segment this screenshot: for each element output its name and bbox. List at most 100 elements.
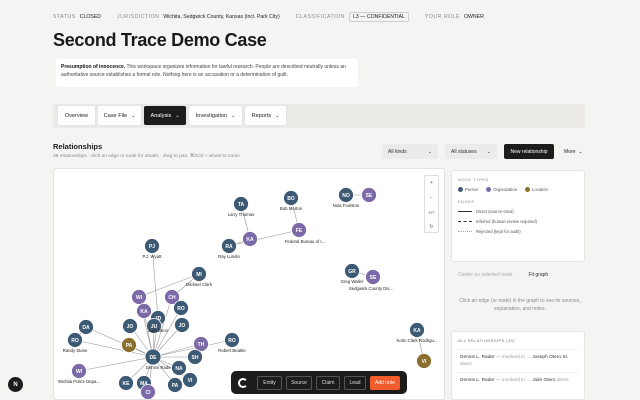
tab-investigation[interactable]: Investigation ⌄ xyxy=(189,106,242,125)
graph-node[interactable]: VI xyxy=(182,372,198,388)
entity-button[interactable]: Entity xyxy=(257,375,282,390)
rel-tag: direct xyxy=(556,378,569,383)
graph-node[interactable]: WI xyxy=(131,289,147,305)
graph-node[interactable]: RO Randy Stone xyxy=(63,332,88,354)
graph-node[interactable]: PA xyxy=(121,337,137,353)
graph-node[interactable]: JUJulie Otero xyxy=(146,318,169,334)
graph-node[interactable]: DA xyxy=(78,319,94,335)
graph-node[interactable]: DE Dennis Rader xyxy=(144,348,173,370)
all-relationships-panel: ALL RELATIONSHIPS (39) Dennis L. Rader —… xyxy=(451,331,585,400)
graph-node-initials: WI xyxy=(136,295,143,301)
graph-node-initials: GR xyxy=(348,269,356,275)
graph-node[interactable]: PA xyxy=(167,377,183,393)
graph-node[interactable]: TA Larry Thomas xyxy=(228,196,254,218)
graph-node-label: Ray Lundin xyxy=(218,254,240,259)
more-button[interactable]: More ⌄ xyxy=(558,144,586,159)
chevron-down-icon: ⌄ xyxy=(427,148,432,155)
graph-node-initials: FE xyxy=(296,228,303,234)
center-selected-button[interactable]: Center on selected node xyxy=(458,272,512,278)
graph-node[interactable]: MI Michael Clark xyxy=(186,266,213,288)
relationship-graph[interactable]: TA Larry Thomas BO Bob Morton NO Nola Foulsto… xyxy=(53,168,445,400)
tab-label: Reports xyxy=(251,112,272,119)
tab-analysis[interactable]: Analysis ⌄ xyxy=(144,106,186,125)
graph-node[interactable]: KA Korin Clark Rodrigu... xyxy=(396,322,438,344)
graph-legend: NODE TYPES Person Organization Location … xyxy=(451,170,585,262)
graph-node-initials: VI xyxy=(422,359,427,365)
graph-node[interactable]: RO xyxy=(173,300,189,316)
kinds-select[interactable]: All kinds ⌄ xyxy=(382,144,438,159)
legend-direct: Direct (source-cited) xyxy=(458,209,578,214)
legend-inferred-label: Inferred (human review required) xyxy=(476,219,537,225)
graph-node[interactable]: NA xyxy=(171,360,187,376)
tab-overview[interactable]: Overview xyxy=(58,106,95,125)
status-select[interactable]: All statuses ⌄ xyxy=(445,144,497,159)
graph-edge[interactable] xyxy=(78,356,154,372)
chevron-down-icon: ⌄ xyxy=(275,112,280,119)
reset-icon[interactable]: ↻ xyxy=(425,220,438,235)
new-relationship-button[interactable]: New relationship xyxy=(504,144,554,159)
graph-node[interactable]: SH xyxy=(187,349,203,365)
graph-node-initials: KA xyxy=(246,237,254,243)
tab-label: Analysis xyxy=(150,112,172,119)
graph-node[interactable]: PJ P.J. Wyatt xyxy=(143,238,163,260)
legend-person: Person xyxy=(458,187,478,193)
lead-button[interactable]: Lead xyxy=(344,375,366,390)
all-relationships-header: ALL RELATIONSHIPS (39) xyxy=(458,338,515,343)
kinds-select-value: All kinds xyxy=(388,148,407,155)
graph-node-initials: WI xyxy=(76,369,83,375)
rel-via: — involved in → xyxy=(494,355,533,360)
rel-tag: direct xyxy=(460,362,472,367)
graph-node[interactable]: VI residence area xyxy=(416,353,446,369)
claim-button[interactable]: Claim xyxy=(316,375,340,390)
graph-node[interactable]: CI xyxy=(140,384,156,400)
fit-button[interactable]: FIT xyxy=(425,205,438,220)
source-button[interactable]: Source xyxy=(286,375,312,390)
app-logo-icon xyxy=(238,377,248,388)
quick-add-toolbar: Entity Source Claim Lead Add note xyxy=(231,371,407,394)
zoom-in-button[interactable]: + xyxy=(425,176,438,191)
fit-graph-button[interactable]: Fit graph xyxy=(528,272,548,278)
tab-label: Overview xyxy=(64,112,89,119)
graph-node-initials: VI xyxy=(188,378,193,384)
legend-organization-label: Organization xyxy=(493,187,518,192)
graph-node[interactable]: KE xyxy=(118,375,134,391)
role-meta: YOUR ROLE OWNER xyxy=(425,14,484,20)
graph-node-initials: SH xyxy=(192,355,199,361)
app-badge-icon[interactable]: N xyxy=(8,377,23,392)
zoom-out-button[interactable]: − xyxy=(425,191,438,206)
graph-node[interactable]: BO Bob Morton xyxy=(280,190,303,212)
tab-case-file[interactable]: Case File ⌄ xyxy=(98,106,141,125)
graph-node[interactable]: FE Federal Bureau of I... xyxy=(285,222,325,245)
graph-node-initials: JO xyxy=(179,323,186,329)
rel-via: — involved in → xyxy=(494,378,533,383)
organization-dot-icon xyxy=(486,187,492,193)
graph-node-initials: KE xyxy=(123,381,131,387)
list-item[interactable]: Dennis L. Rader — involved in → Joseph O… xyxy=(458,349,578,372)
legend-edges-heading: EDGES xyxy=(458,199,475,205)
graph-node[interactable]: RO Robert Beattie xyxy=(218,332,246,354)
graph-node[interactable]: WI Wichita Police Depa... xyxy=(58,363,100,385)
graph-node[interactable]: NO Nola Foulston xyxy=(333,187,360,209)
graph-node-initials: NO xyxy=(342,193,350,199)
graph-canvas[interactable]: TA Larry Thomas BO Bob Morton NO Nola Foulsto… xyxy=(54,169,445,400)
section-subtitle: 39 relationships · click an edge or node… xyxy=(53,154,240,159)
graph-node[interactable]: JO xyxy=(122,318,138,334)
graph-node[interactable]: KA xyxy=(242,231,258,247)
graph-node[interactable]: SE xyxy=(361,187,377,203)
graph-node[interactable]: GR Greg Waller xyxy=(341,263,364,285)
graph-node-label: Randy Stone xyxy=(63,348,88,353)
list-item[interactable]: Dennis L. Rader — involved in → Julie Ot… xyxy=(458,372,578,388)
graph-node[interactable]: RA Ray Lundin xyxy=(218,238,240,260)
graph-node-initials: RO xyxy=(228,338,236,344)
graph-node[interactable]: JO xyxy=(174,317,190,333)
location-dot-icon xyxy=(525,187,531,193)
tab-reports[interactable]: Reports ⌄ xyxy=(245,106,286,125)
graph-node[interactable]: KA xyxy=(136,303,152,319)
add-note-button[interactable]: Add note xyxy=(370,375,400,390)
legend-rejected-label: Rejected (kept for audit) xyxy=(476,229,521,235)
graph-node-label: P.J. Wyatt xyxy=(143,254,163,259)
graph-node-initials: SE xyxy=(370,275,377,281)
graph-edge[interactable] xyxy=(85,326,154,358)
legend-location: Location xyxy=(525,187,548,193)
rel-source: Dennis L. Rader xyxy=(460,378,495,383)
